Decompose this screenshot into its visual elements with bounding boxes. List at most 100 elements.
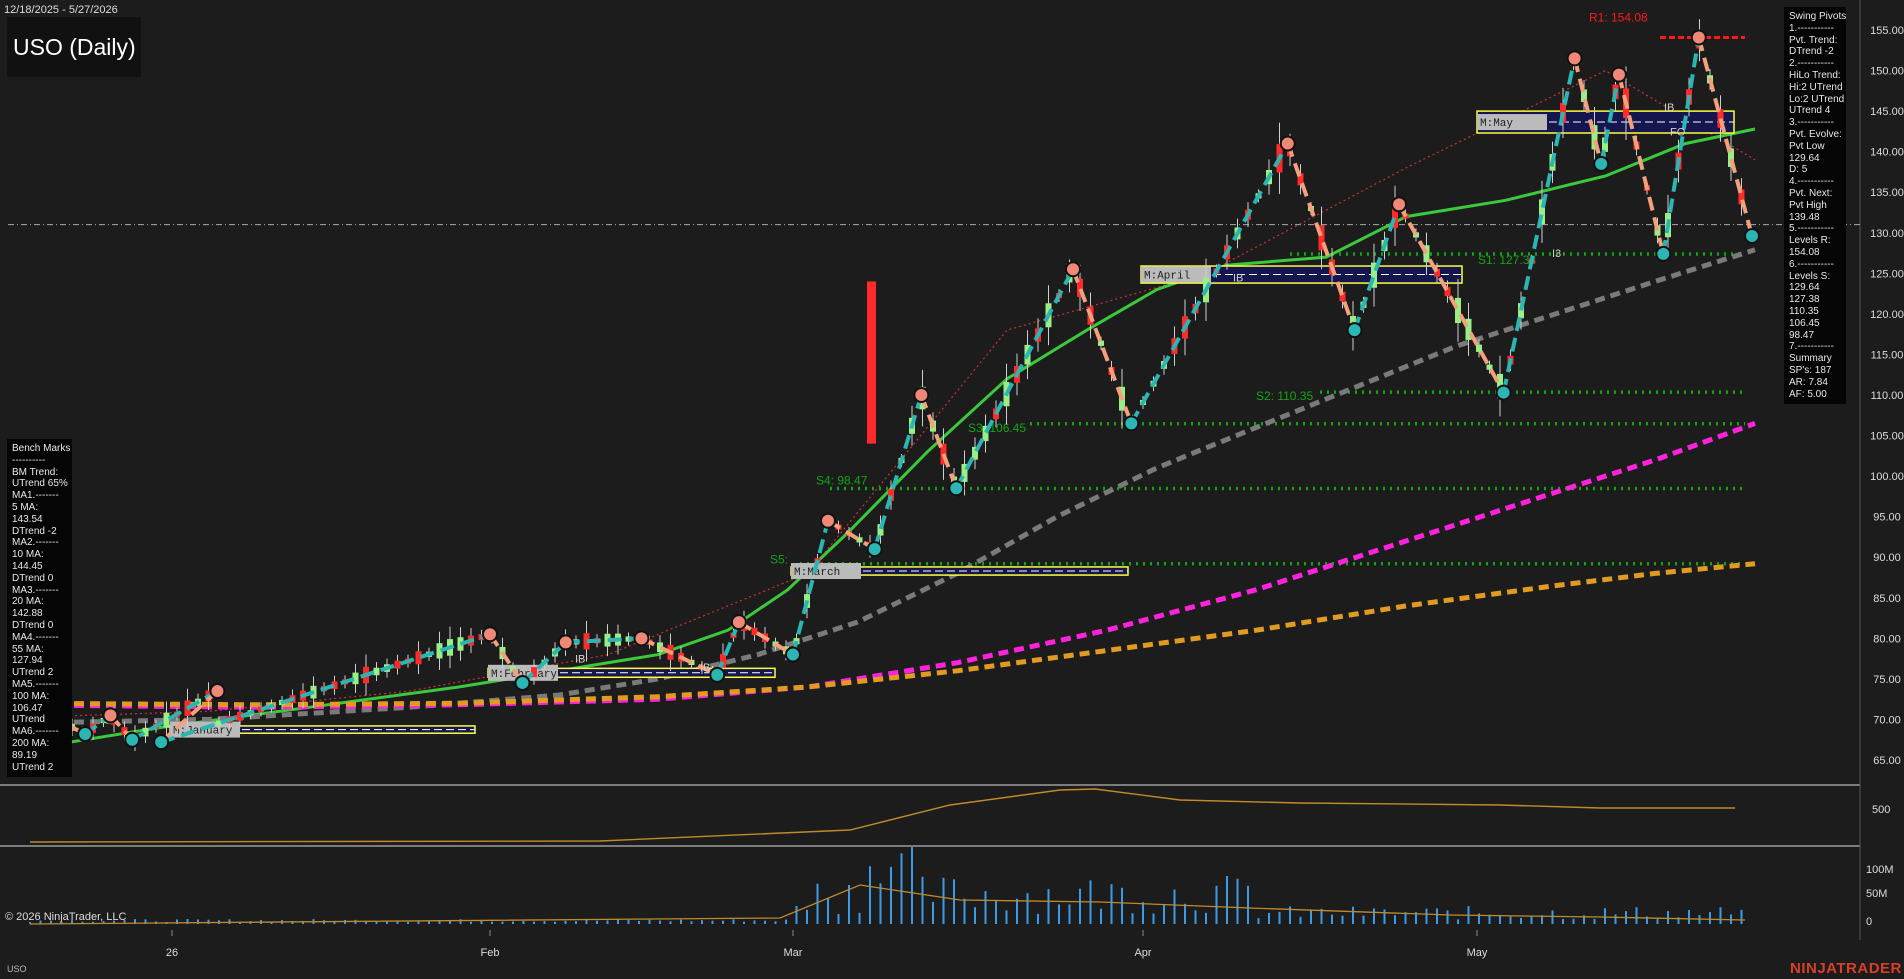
volume-tick-label: 0 <box>1866 916 1872 928</box>
swing-point-marker <box>633 630 650 647</box>
price-tick-label: 130.00 <box>1870 228 1904 240</box>
moving-average-line <box>9 561 1756 708</box>
bench-marks-line: 127.94 <box>12 655 43 667</box>
price-tick-label: 155.00 <box>1870 25 1904 37</box>
bench-marks-line: DTrend -2 <box>12 525 57 537</box>
time-tick-label: 26 <box>166 947 178 959</box>
moving-average-line <box>9 127 1756 754</box>
candle-body <box>163 712 170 728</box>
swing-pivots-line: 129.64 <box>1789 152 1820 164</box>
price-tick-label: 145.00 <box>1870 106 1904 118</box>
swing-pivots-line: Hi:2 UTrend <box>1789 81 1843 93</box>
time-tick-label: May <box>1467 947 1488 959</box>
bench-marks-line: UTrend 2 <box>12 667 54 679</box>
swing-point-marker <box>709 666 726 683</box>
swing-pivots-panel: Swing Pivots 1.----------- Pvt. Trend: DTre… <box>1784 7 1846 404</box>
candle-body <box>1476 344 1482 352</box>
month-label: M:May <box>1480 118 1513 130</box>
swing-pivots-line: 5.----------- <box>1789 223 1834 235</box>
swing-point-marker <box>1655 245 1672 262</box>
swing-pivots-line: Pvt. Trend: <box>1789 34 1838 46</box>
bench-marks-line: MA2.------- <box>12 537 59 549</box>
swing-leg-line <box>565 636 642 645</box>
swing-pivots-line: Levels S: <box>1789 270 1831 282</box>
swing-leg-line <box>1661 37 1701 255</box>
price-tick-label: 75.00 <box>1873 674 1901 686</box>
swing-pivots-line: Pvt. Next: <box>1789 187 1833 199</box>
volume-tick-label: 50M <box>1866 888 1887 900</box>
bench-marks-line: 89.19 <box>12 749 38 761</box>
swing-point-marker <box>866 541 883 558</box>
brand-logo: NINJATRADER <box>1790 960 1902 977</box>
swing-point-marker <box>102 707 119 724</box>
swing-pivots-line: AF: 5.00 <box>1789 388 1827 400</box>
volume-tick-label: 100M <box>1866 864 1894 876</box>
price-chart[interactable]: 65.00 70.00 75.00 80.00 85.00 90.00 95.00 100.0… <box>0 0 1904 979</box>
bench-marks-line: MA6.------- <box>12 726 59 738</box>
swing-pivots-line: SP's: 187 <box>1789 364 1832 376</box>
swing-point-marker <box>1279 135 1296 152</box>
bench-marks-line: 200 MA: <box>12 737 50 749</box>
swing-pivots-line: 7.----------- <box>1789 341 1834 353</box>
bench-marks-line: 143.54 <box>12 513 43 525</box>
bench-marks-line: BM Trend: <box>12 466 59 478</box>
swing-leg-line <box>872 394 924 550</box>
support-level-label: S5: <box>770 553 788 567</box>
swing-point-marker <box>1566 50 1583 67</box>
bench-marks-line: 5 MA: <box>12 501 39 513</box>
bench-marks-line: 100 MA: <box>12 690 50 702</box>
bench-marks-line: 106.47 <box>12 702 43 714</box>
pivot-marker-label: IB <box>1233 272 1243 284</box>
price-tick-label: 150.00 <box>1870 66 1904 78</box>
bench-marks-line: Bench Marks <box>12 443 71 454</box>
bench-marks-line: ---------- <box>12 454 46 466</box>
swing-point-marker <box>482 626 498 643</box>
swing-point-marker <box>1593 155 1610 172</box>
swing-pivots-line: AR: 7.84 <box>1789 376 1828 388</box>
price-tick-label: 115.00 <box>1871 349 1904 361</box>
price-tick-label: 80.00 <box>1873 633 1901 645</box>
candle-body <box>867 281 876 444</box>
moving-average-line <box>9 69 1756 719</box>
bench-marks-line: 144.45 <box>12 560 43 572</box>
swing-pivots-line: 110.35 <box>1789 305 1819 317</box>
swing-pivots-line: 3.----------- <box>1789 117 1834 129</box>
time-tick-label: Apr <box>1134 947 1151 959</box>
swing-point-marker <box>514 674 531 691</box>
bench-marks-line: UTrend 65% <box>12 478 68 490</box>
bench-marks-line: 55 MA: <box>12 643 44 655</box>
bench-marks-line: MA5.------- <box>12 678 59 690</box>
swing-point-marker <box>124 731 141 748</box>
price-tick-label: 140.00 <box>1870 147 1904 159</box>
pivot-marker-label: IB <box>575 654 585 666</box>
swing-pivots-line: DTrend -2 <box>1789 46 1834 58</box>
swing-point-marker <box>1744 228 1760 245</box>
swing-pivots-line: Lo:2 UTrend <box>1789 93 1845 105</box>
time-tick-label: Feb <box>481 947 500 959</box>
pivot-marker-label: I3 <box>1552 248 1561 260</box>
swing-pivots-line: 139.48 <box>1789 211 1820 223</box>
price-tick-label: 135.00 <box>1870 187 1904 199</box>
swing-point-marker <box>1346 322 1363 339</box>
swing-point-marker <box>730 614 747 631</box>
price-tick-label: 125.00 <box>1870 268 1904 280</box>
swing-point-marker <box>1065 261 1081 278</box>
copyright-text: © 2026 NinjaTrader, LLC <box>5 911 127 923</box>
pivot-marker-label: IB <box>1664 102 1674 114</box>
swing-pivots-line: Levels R: <box>1789 235 1831 247</box>
swing-pivots-line: Swing Pivots <box>1789 11 1847 22</box>
swing-leg-line <box>1696 36 1754 237</box>
price-tick-label: 70.00 <box>1873 714 1901 726</box>
swing-point-marker <box>1495 384 1512 401</box>
candle-body <box>415 651 422 665</box>
swing-pivots-line: 6.----------- <box>1789 258 1834 270</box>
swing-pivots-line: Pvt. Evolve: <box>1789 128 1842 140</box>
swing-pivots-line: 98.47 <box>1789 329 1815 341</box>
swing-point-marker <box>820 512 836 529</box>
date-range: 12/18/2025 - 5/27/2026 <box>4 4 118 16</box>
support-level-label: S3: 106.45 <box>968 421 1026 435</box>
swing-point-marker <box>153 734 170 751</box>
price-tick-label: 95.00 <box>1873 512 1901 524</box>
support-level-label: S2: 110.35 <box>1256 389 1313 403</box>
bench-marks-line: UTrend 2 <box>12 761 54 773</box>
